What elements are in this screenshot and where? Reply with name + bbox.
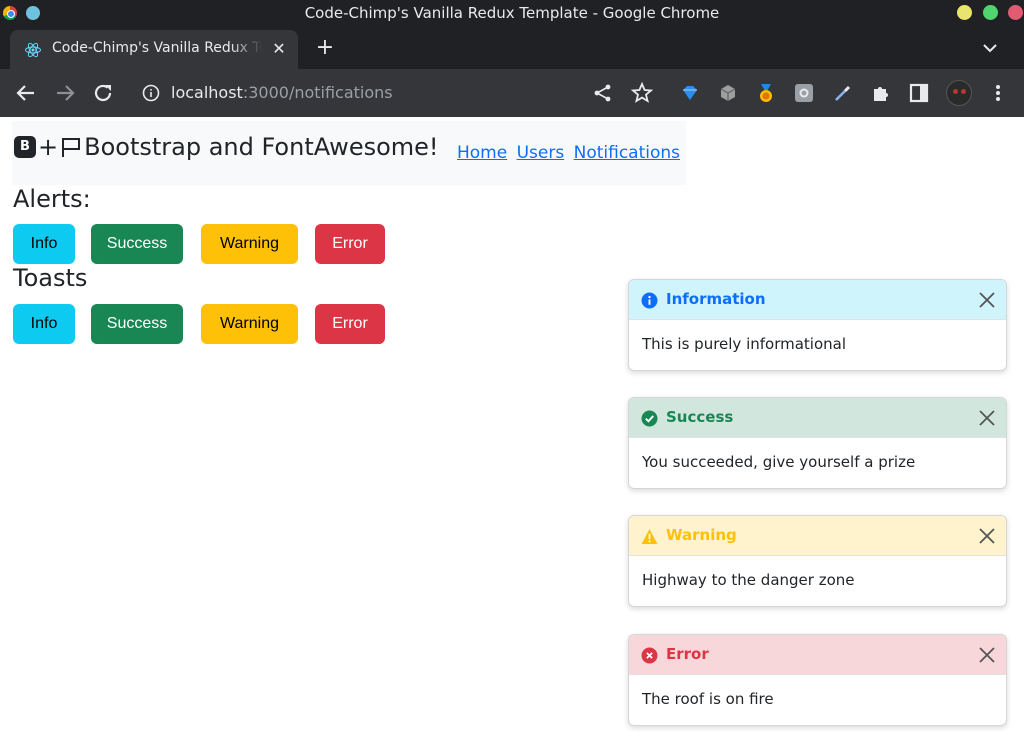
close-icon[interactable] xyxy=(976,289,998,311)
toast-body: You succeeded, give yourself a prize xyxy=(642,453,916,471)
page-content: B + Bootstrap and FontAwesome! Home User… xyxy=(0,117,1024,741)
bootstrap-logo-icon: B xyxy=(14,136,36,158)
navbar-brand[interactable]: B + Bootstrap and FontAwesome! xyxy=(14,133,439,161)
new-tab-button[interactable]: + xyxy=(312,36,338,62)
minimize-button[interactable] xyxy=(957,5,972,20)
toast-header: Error xyxy=(629,635,1006,675)
close-icon[interactable] xyxy=(976,644,998,666)
back-arrow-icon[interactable] xyxy=(14,81,38,105)
tab-close-button[interactable]: ✕ xyxy=(269,39,289,59)
toast-title: Error xyxy=(666,645,709,663)
alert-info-button[interactable]: Info xyxy=(13,224,75,264)
nav-link-home[interactable]: Home xyxy=(457,143,507,163)
close-window-button[interactable] xyxy=(1008,5,1023,20)
toast-warning-button[interactable]: Warning xyxy=(201,304,298,344)
toast-warning: Warning Highway to the danger zone xyxy=(628,515,1007,607)
brand-text: Bootstrap and FontAwesome! xyxy=(84,133,439,161)
camera-extension-icon[interactable] xyxy=(793,82,815,104)
toast-title: Warning xyxy=(666,526,737,544)
diamond-extension-icon[interactable] xyxy=(679,82,701,104)
navbar: B + Bootstrap and FontAwesome! Home User… xyxy=(12,121,686,185)
toast-body: Highway to the danger zone xyxy=(642,571,855,589)
toast-success-button[interactable]: Success xyxy=(91,304,183,344)
toast-information: Information This is purely informational xyxy=(628,279,1007,371)
nav-links: Home Users Notifications xyxy=(457,143,684,163)
more-menu-icon[interactable] xyxy=(987,82,1009,104)
tab-search-chevron-icon[interactable] xyxy=(978,38,1002,58)
toast-body: This is purely informational xyxy=(642,335,847,353)
window-title: Code-Chimp's Vanilla Redux Template - Go… xyxy=(304,4,720,22)
toast-body: The roof is on fire xyxy=(642,690,774,708)
window-titlebar: Code-Chimp's Vanilla Redux Template - Go… xyxy=(0,0,1024,27)
tab-strip: Code-Chimp's Vanilla Redux Template ✕ + xyxy=(0,27,1024,69)
toast-info-button[interactable]: Info xyxy=(13,304,75,344)
toast-error-button[interactable]: Error xyxy=(315,304,385,344)
alerts-heading: Alerts: xyxy=(13,185,91,213)
close-icon[interactable] xyxy=(976,525,998,547)
side-panel-icon[interactable] xyxy=(908,82,930,104)
toast-title: Information xyxy=(666,290,766,308)
alert-success-button[interactable]: Success xyxy=(91,224,183,264)
alert-error-button[interactable]: Error xyxy=(315,224,385,264)
flag-icon xyxy=(62,138,81,157)
url-text[interactable]: localhost:3000/notifications xyxy=(171,83,393,102)
address-bar[interactable]: localhost:3000/notifications xyxy=(131,75,661,111)
toasts-heading: Toasts xyxy=(13,264,88,292)
toast-header: Information xyxy=(629,280,1006,320)
toast-header: Success xyxy=(629,398,1006,438)
toast-header: Warning xyxy=(629,516,1006,556)
react-logo-icon xyxy=(25,42,41,58)
brand-plus: + xyxy=(38,133,59,161)
check-circle-icon xyxy=(641,410,658,427)
info-circle-icon xyxy=(641,292,658,309)
toast-success: Success You succeeded, give yourself a p… xyxy=(628,397,1007,489)
extensions-puzzle-icon[interactable] xyxy=(870,82,892,104)
toast-title: Success xyxy=(666,408,734,426)
alert-warning-button[interactable]: Warning xyxy=(201,224,298,264)
share-icon[interactable] xyxy=(591,81,615,105)
bookmark-star-icon[interactable] xyxy=(630,81,654,105)
browser-toolbar: localhost:3000/notifications xyxy=(0,69,1024,117)
warning-triangle-icon xyxy=(641,529,658,544)
site-info-icon[interactable] xyxy=(142,84,160,102)
cube-extension-icon[interactable] xyxy=(717,82,739,104)
eyedropper-extension-icon[interactable] xyxy=(832,82,854,104)
tab-title: Code-Chimp's Vanilla Redux Template xyxy=(52,40,262,56)
toast-error: Error The roof is on fire xyxy=(628,634,1007,726)
reload-icon[interactable] xyxy=(91,81,115,105)
medal-extension-icon[interactable] xyxy=(755,82,777,104)
nav-link-users[interactable]: Users xyxy=(517,143,565,163)
maximize-button[interactable] xyxy=(983,5,998,20)
forward-arrow-icon[interactable] xyxy=(53,81,77,105)
close-icon[interactable] xyxy=(976,407,998,429)
nav-link-notifications[interactable]: Notifications xyxy=(574,143,680,163)
profile-avatar[interactable] xyxy=(946,80,972,106)
browser-tab[interactable]: Code-Chimp's Vanilla Redux Template ✕ xyxy=(10,30,298,69)
error-circle-icon xyxy=(641,647,658,664)
